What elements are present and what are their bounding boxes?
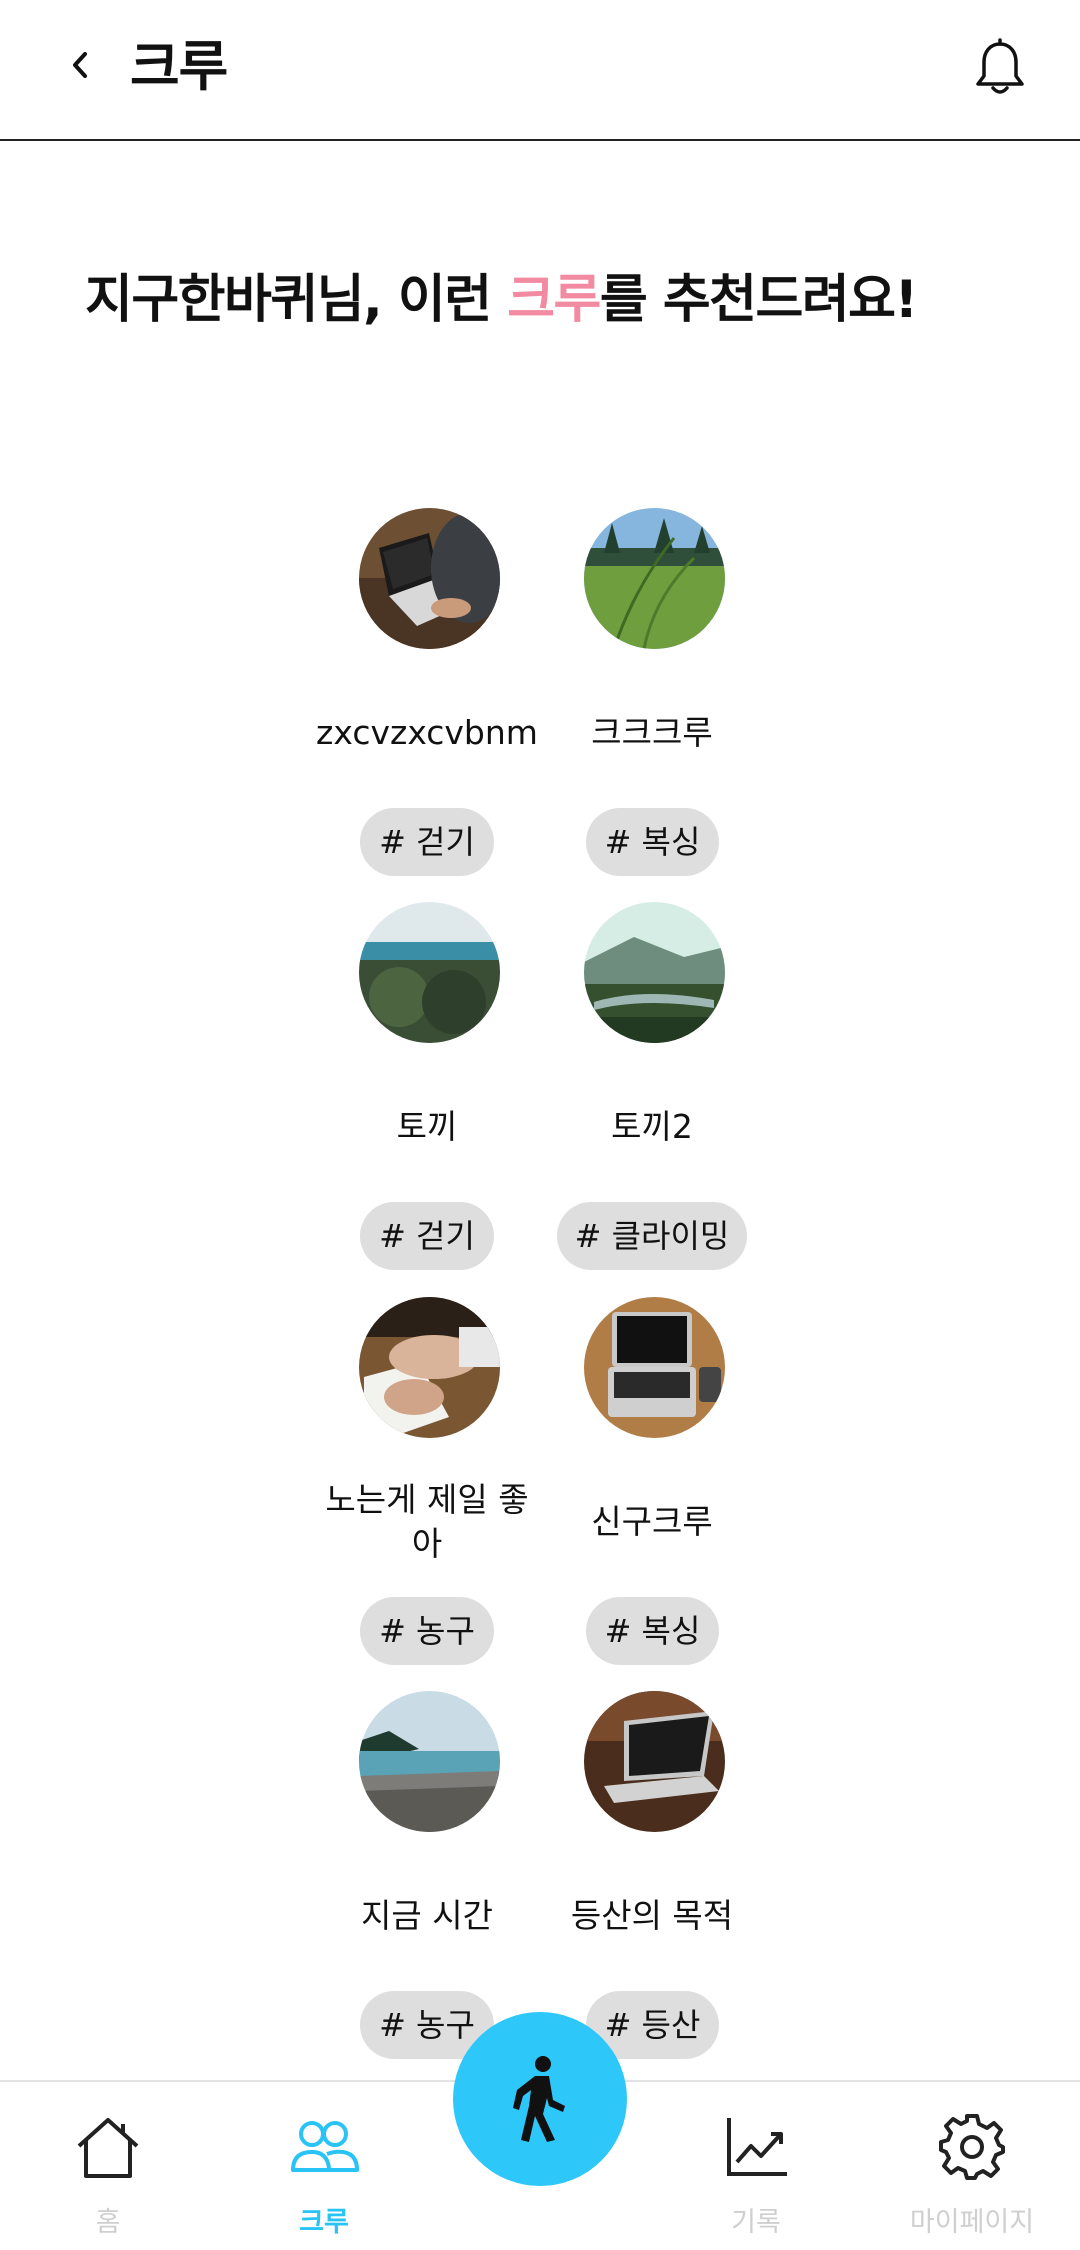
crew-photo-valley: [584, 902, 725, 1043]
nav-item-crew[interactable]: 크루: [216, 2082, 432, 2250]
crew-photo-grass: [584, 508, 725, 649]
crew-photo-lake-pines: [359, 902, 500, 1043]
recommendation-headline: 지구한바퀴님, 이런 크루를 추천드려요!: [85, 268, 918, 332]
chart-line-icon: [727, 2118, 787, 2176]
crew-tag[interactable]: # 걷기: [360, 808, 494, 876]
crew-name: 신구크루: [591, 1502, 713, 1541]
back-button[interactable]: [55, 40, 105, 90]
headline-suffix: 를 추천드려요!: [599, 270, 918, 330]
crew-photo-beach: [359, 1691, 500, 1832]
nav-label: 홈: [95, 2207, 121, 2238]
nav-label: 크루: [299, 2207, 349, 2238]
crew-photo-laptop-desk: [359, 508, 500, 649]
headline-prefix: 지구한바퀴님, 이런: [85, 270, 508, 330]
nav-item-records[interactable]: 기록: [648, 2082, 864, 2250]
crew-photo-laptop-top: [584, 1297, 725, 1438]
crew-tag[interactable]: # 클라이밍: [557, 1202, 747, 1270]
crew-photo-laptop-dark: [584, 1691, 725, 1832]
crew-name: 노는게 제일 좋아: [325, 1480, 529, 1563]
headline-accent: 크루: [507, 270, 601, 330]
nav-item-home[interactable]: 홈: [0, 2082, 216, 2250]
nav-item-mypage[interactable]: 마이페이지: [864, 2082, 1080, 2250]
walking-person-icon: [513, 2056, 565, 2142]
nav-label: 마이페이지: [909, 2207, 1035, 2238]
bell-icon: [976, 38, 1024, 94]
crew-name: 토끼2: [611, 1107, 693, 1146]
crew-name: 크크크루: [591, 713, 713, 752]
crew-name: 등산의 목적: [570, 1896, 734, 1935]
crew-tag[interactable]: # 걷기: [360, 1202, 494, 1270]
crew-tag[interactable]: # 농구: [360, 1597, 494, 1665]
crew-name: 토끼: [396, 1107, 458, 1146]
crew-tag[interactable]: # 복싱: [586, 808, 719, 876]
nav-label: 기록: [731, 2207, 781, 2238]
notification-button[interactable]: [972, 38, 1028, 98]
crew-name: 지금 시간: [361, 1896, 493, 1935]
crew-photo-hands-writing: [359, 1297, 500, 1438]
top-bar: 크루: [0, 0, 1080, 141]
start-walk-button[interactable]: [453, 2012, 627, 2186]
users-icon: [291, 2121, 359, 2172]
page-title: 크루: [130, 35, 228, 98]
crew-tag[interactable]: # 복싱: [586, 1597, 719, 1665]
home-icon: [77, 2118, 139, 2178]
chevron-left-icon: [73, 52, 87, 78]
crew-name: zxcvzxcvbnm: [316, 713, 538, 752]
gear-icon: [939, 2114, 1005, 2180]
